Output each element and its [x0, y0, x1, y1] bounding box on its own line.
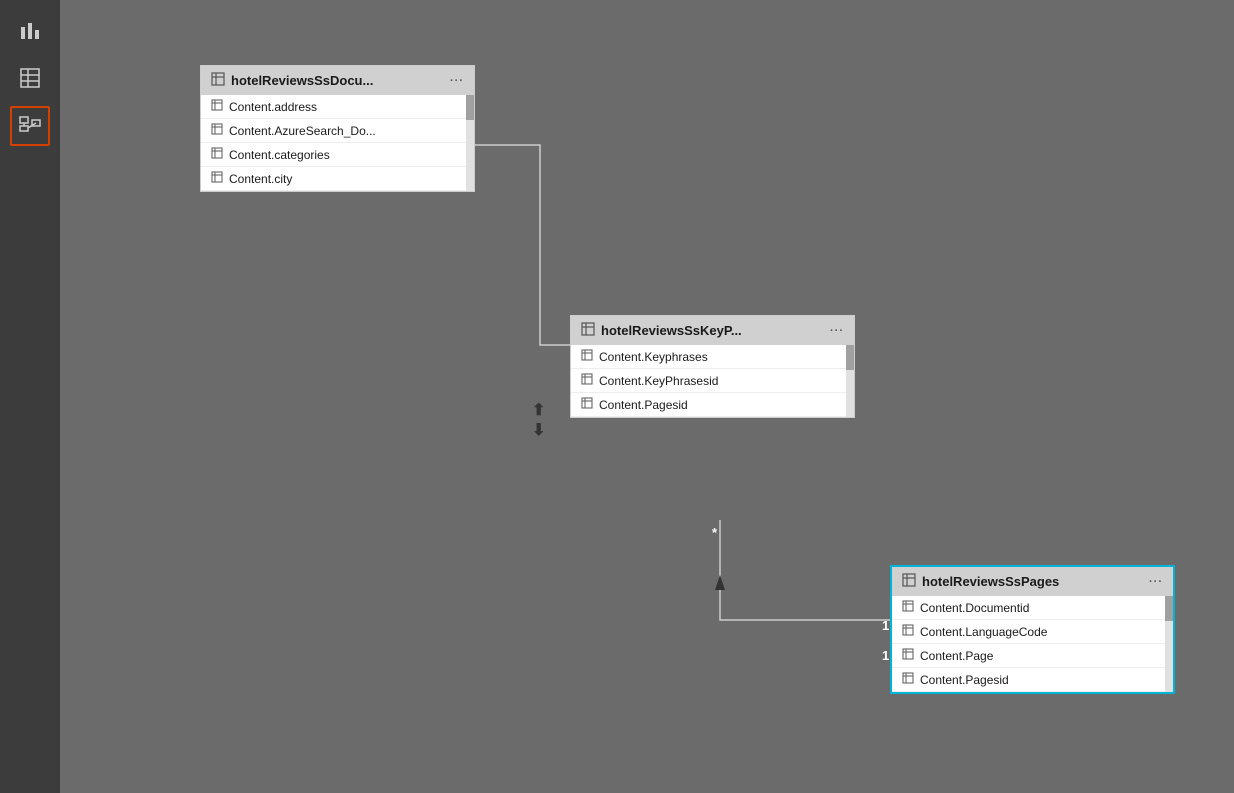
field-name: Content.KeyPhrasesid: [599, 374, 718, 388]
table-row[interactable]: Content.Pagesid: [571, 393, 854, 417]
diagram-icon[interactable]: [10, 106, 50, 146]
field-icon: [581, 349, 593, 364]
table-icon[interactable]: [10, 58, 50, 98]
field-name: Content.Page: [920, 649, 993, 663]
table-row[interactable]: Content.KeyPhrasesid: [571, 369, 854, 393]
field-name: Content.Pagesid: [599, 398, 688, 412]
field-name: Content.LanguageCode: [920, 625, 1047, 639]
table-doc-title: hotelReviewsSsDocu...: [231, 73, 444, 88]
field-name: Content.Pagesid: [920, 673, 1009, 687]
table-row[interactable]: Content.Keyphrases: [571, 345, 854, 369]
field-icon: [211, 123, 223, 138]
table-pages-header: hotelReviewsSsPages ···: [892, 567, 1173, 596]
table-doc-icon: [211, 72, 225, 89]
field-name: Content.categories: [229, 148, 330, 162]
scroll-indicator[interactable]: [846, 345, 854, 417]
bar-chart-icon[interactable]: [10, 10, 50, 50]
table-row[interactable]: Content.LanguageCode: [892, 620, 1173, 644]
table-row[interactable]: Content.Pagesid: [892, 668, 1173, 692]
scroll-indicator[interactable]: [1165, 596, 1173, 692]
rel-label-star: *: [712, 525, 717, 540]
table-keyp-dots[interactable]: ···: [830, 325, 844, 337]
scroll-thumb: [846, 345, 854, 370]
field-icon: [902, 672, 914, 687]
field-name: Content.Keyphrases: [599, 350, 708, 364]
field-name: Content.city: [229, 172, 292, 186]
field-name: Content.address: [229, 100, 317, 114]
table-keyp-title: hotelReviewsSsKeyP...: [601, 323, 824, 338]
table-keyp-body: Content.Keyphrases Content.KeyPhrasesid: [571, 345, 854, 417]
table-pages-dots[interactable]: ···: [1149, 576, 1163, 588]
field-icon: [211, 171, 223, 186]
field-icon: [902, 600, 914, 615]
scroll-indicator[interactable]: [466, 95, 474, 191]
field-icon: [211, 147, 223, 162]
table-keyp-header: hotelReviewsSsKeyP... ···: [571, 316, 854, 345]
rel-label-1-pages-b: 1: [882, 648, 889, 663]
field-name: Content.AzureSearch_Do...: [229, 124, 376, 138]
canvas: 1 * 1 1 ⬆⬇ hotelReviewsSsDocu... ···: [60, 0, 1234, 793]
table-row[interactable]: Content.categories: [201, 143, 474, 167]
scroll-thumb: [466, 95, 474, 120]
table-doc-dots[interactable]: ···: [450, 75, 464, 87]
table-row[interactable]: Content.Page: [892, 644, 1173, 668]
table-pages[interactable]: hotelReviewsSsPages ··· Content.Document…: [890, 565, 1175, 694]
table-row[interactable]: Content.AzureSearch_Do...: [201, 119, 474, 143]
scroll-thumb: [1165, 596, 1173, 621]
table-keyp[interactable]: hotelReviewsSsKeyP... ··· Content.Keyphr…: [570, 315, 855, 418]
field-icon: [902, 648, 914, 663]
field-icon: [211, 99, 223, 114]
table-row[interactable]: Content.Documentid: [892, 596, 1173, 620]
table-doc-header: hotelReviewsSsDocu... ···: [201, 66, 474, 95]
table-pages-body: Content.Documentid Content.LanguageCode: [892, 596, 1173, 692]
connector-arrows: ⬆⬇: [532, 400, 545, 440]
rel-label-1-pages-a: 1: [882, 618, 889, 633]
table-pages-icon: [902, 573, 916, 590]
table-doc[interactable]: hotelReviewsSsDocu... ··· Content.addres…: [200, 65, 475, 192]
field-icon: [581, 373, 593, 388]
sidebar: [0, 0, 60, 793]
field-icon: [902, 624, 914, 639]
table-pages-title: hotelReviewsSsPages: [922, 574, 1143, 589]
table-row[interactable]: Content.address: [201, 95, 474, 119]
table-keyp-icon: [581, 322, 595, 339]
table-row[interactable]: Content.city: [201, 167, 474, 191]
field-name: Content.Documentid: [920, 601, 1029, 615]
table-doc-body: Content.address Content.AzureSearch_Do..…: [201, 95, 474, 191]
field-icon: [581, 397, 593, 412]
